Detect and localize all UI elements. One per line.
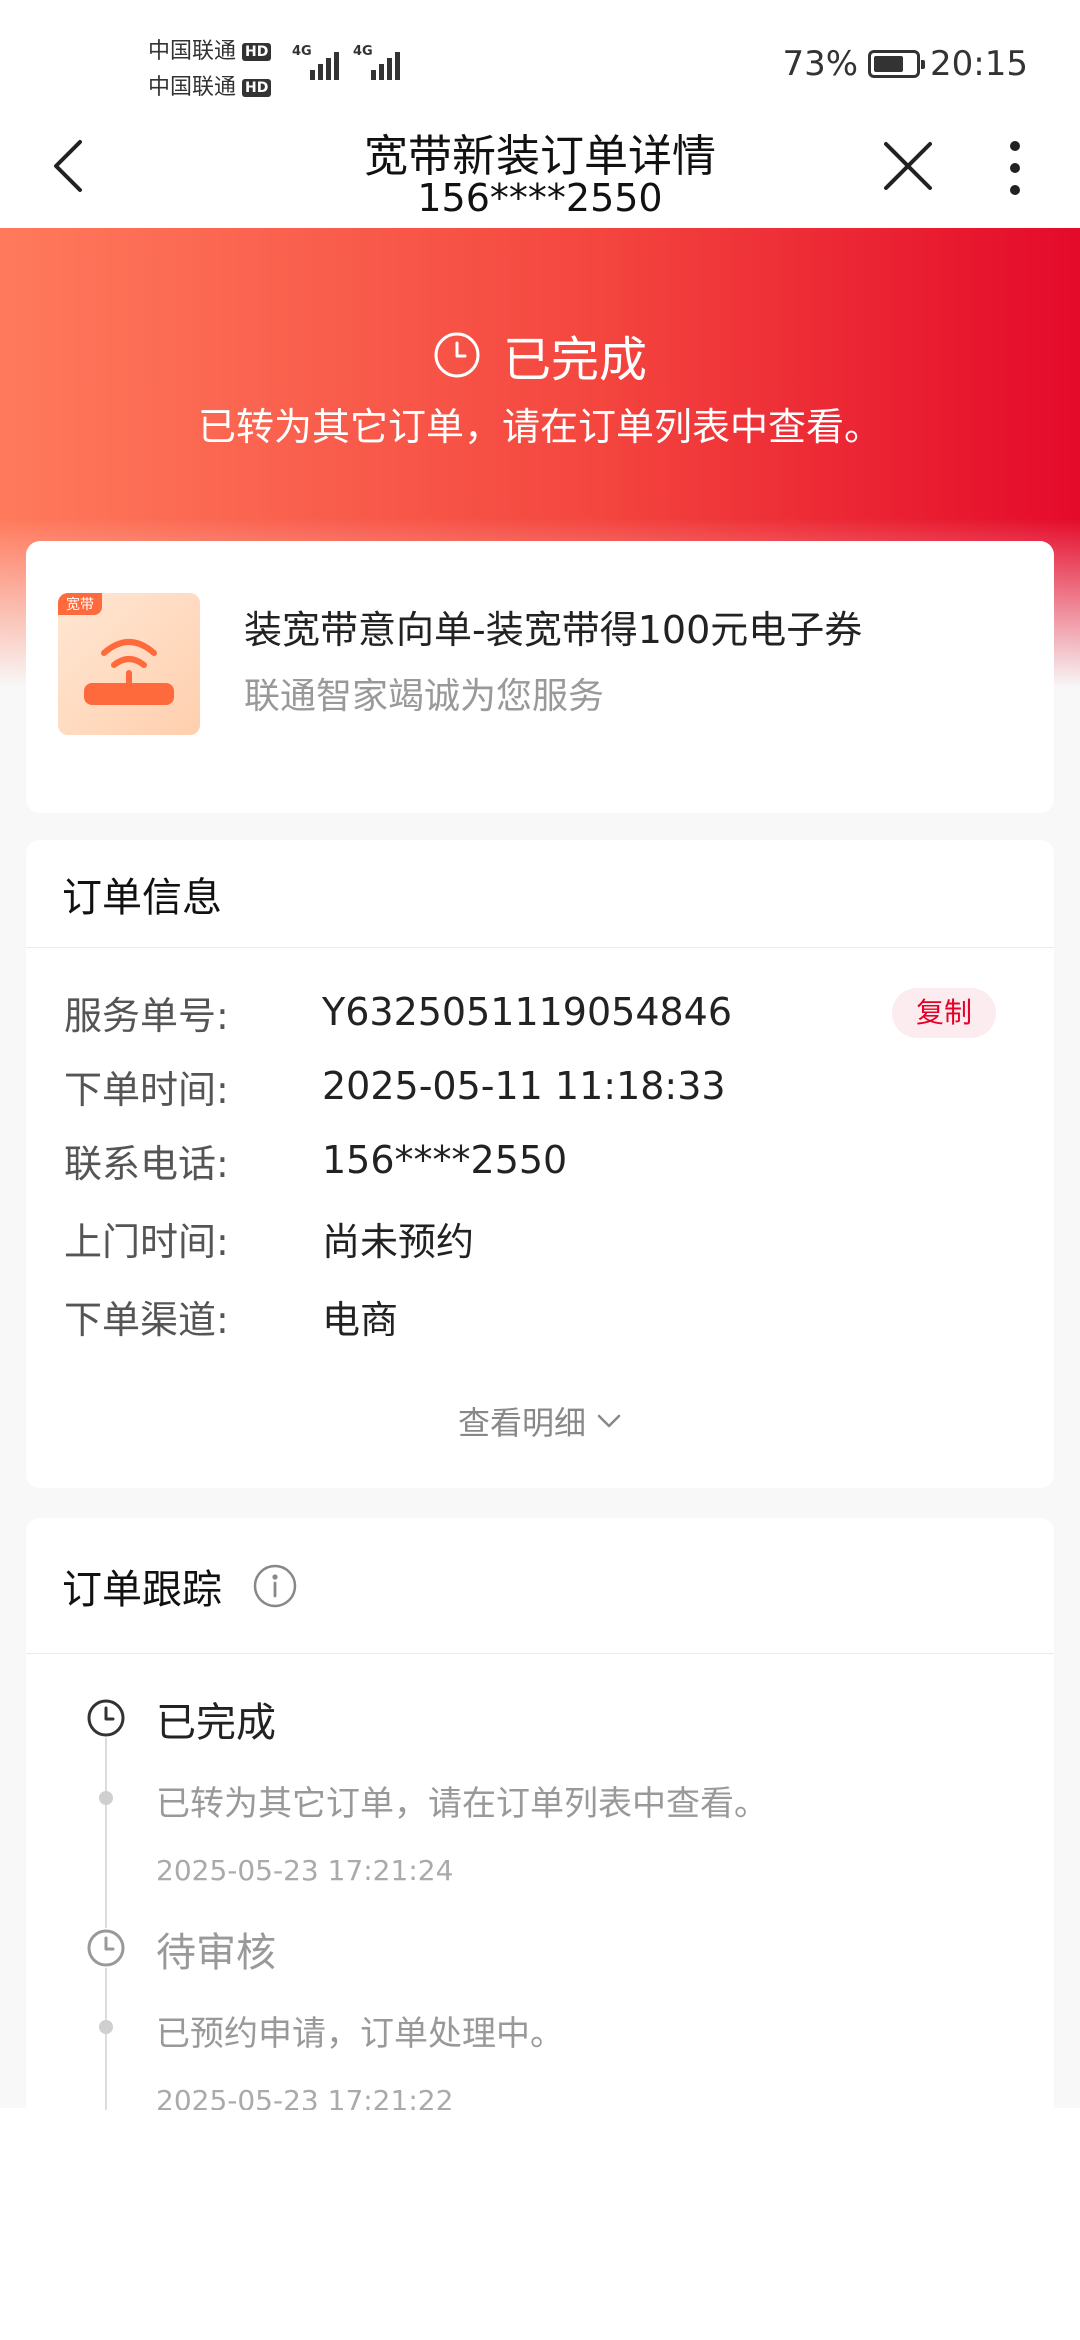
product-title: 装宽带意向单-装宽带得100元电子券 (244, 608, 863, 652)
signal-icon: 4G (292, 44, 339, 80)
timeline-time: 2025-05-23 17:21:24 (156, 1854, 454, 1887)
info-row-channel: 下单渠道: 电商 (64, 1286, 1018, 1346)
carrier-name: 中国联通 (148, 39, 237, 64)
info-label: 联系电话: (64, 1141, 229, 1186)
close-icon[interactable] (880, 138, 936, 194)
signal-icon: 4G (353, 44, 400, 80)
clock-icon (86, 1698, 126, 1738)
clock-time: 20:15 (930, 44, 1028, 84)
info-label: 上门时间: (64, 1219, 229, 1264)
clock-icon (86, 1928, 126, 1968)
product-subtitle: 联通智家竭诚为您服务 (244, 676, 605, 717)
order-info-card: 订单信息 服务单号: Y6325051119054846 复制 下单时间: 20… (26, 840, 1054, 1488)
product-card[interactable]: 宽带 装宽带意向单-装宽带得100元电子券 联通智家竭诚为您服务 (26, 541, 1054, 813)
timeline-status: 已完成 (156, 1700, 276, 1746)
info-value: 2025-05-11 11:18:33 (322, 1064, 726, 1108)
hero-status-row: 已完成 (0, 320, 1080, 390)
timeline-description: 已转为其它订单，请在订单列表中查看。 (156, 1784, 768, 1824)
info-value: 156****2550 (322, 1138, 568, 1182)
info-row-phone: 联系电话: 156****2550 (64, 1130, 1018, 1190)
order-status: 已完成 (502, 332, 647, 388)
info-label: 服务单号: (64, 993, 229, 1038)
battery-icon (868, 50, 926, 78)
battery-percent: 73% (782, 44, 859, 84)
bottom-area (0, 2110, 1080, 2340)
clock-icon (434, 332, 480, 378)
copy-button[interactable]: 复制 (892, 988, 996, 1038)
chevron-down-icon (597, 1414, 621, 1428)
info-label: 下单时间: (64, 1067, 229, 1112)
info-label: 下单渠道: (64, 1297, 229, 1342)
info-value: 电商 (322, 1297, 399, 1342)
product-image: 宽带 (58, 593, 200, 735)
carrier-name: 中国联通 (148, 75, 237, 100)
more-vertical-icon[interactable] (1000, 138, 1030, 198)
status-description: 已转为其它订单，请在订单列表中查看。 (197, 405, 882, 449)
status-bar: 中国联通 HD 中国联通 HD 4G 4G 73% 20:15 (0, 0, 1080, 120)
carrier-info: 中国联通 HD 中国联通 HD (148, 34, 272, 106)
info-value: Y6325051119054846 (322, 990, 733, 1034)
info-value: 尚未预约 (322, 1219, 475, 1264)
timeline-dot (99, 2020, 113, 2034)
signal-icons: 4G 4G (292, 44, 400, 80)
info-row-visit-time: 上门时间: 尚未预约 (64, 1208, 1018, 1268)
status-right: 73% 20:15 (782, 44, 1028, 84)
nav-bar: 宽带新装订单详情 156****2550 (0, 110, 1080, 228)
info-row-service-id: 服务单号: Y6325051119054846 复制 (64, 982, 1018, 1042)
timeline-description: 已预约申请，订单处理中。 (156, 2014, 564, 2054)
order-tracking-card: 订单跟踪 已完成 已转为其它订单，请在订单列表中查看。 2025-05-23 1… (26, 1518, 1054, 2118)
info-icon[interactable] (252, 1563, 298, 1609)
timeline-dot (99, 1791, 113, 1805)
hd-badge: HD (242, 79, 272, 97)
hd-badge: HD (242, 43, 272, 61)
info-row-order-time: 下单时间: 2025-05-11 11:18:33 (64, 1056, 1018, 1116)
order-info-heading: 订单信息 (26, 840, 1054, 948)
router-icon (84, 639, 174, 705)
timeline-status: 待审核 (156, 1930, 276, 1976)
view-details-link[interactable]: 查看明细 (26, 1398, 1054, 1444)
timeline-line (105, 1718, 107, 2118)
tracking-heading: 订单跟踪 (26, 1518, 1054, 1654)
